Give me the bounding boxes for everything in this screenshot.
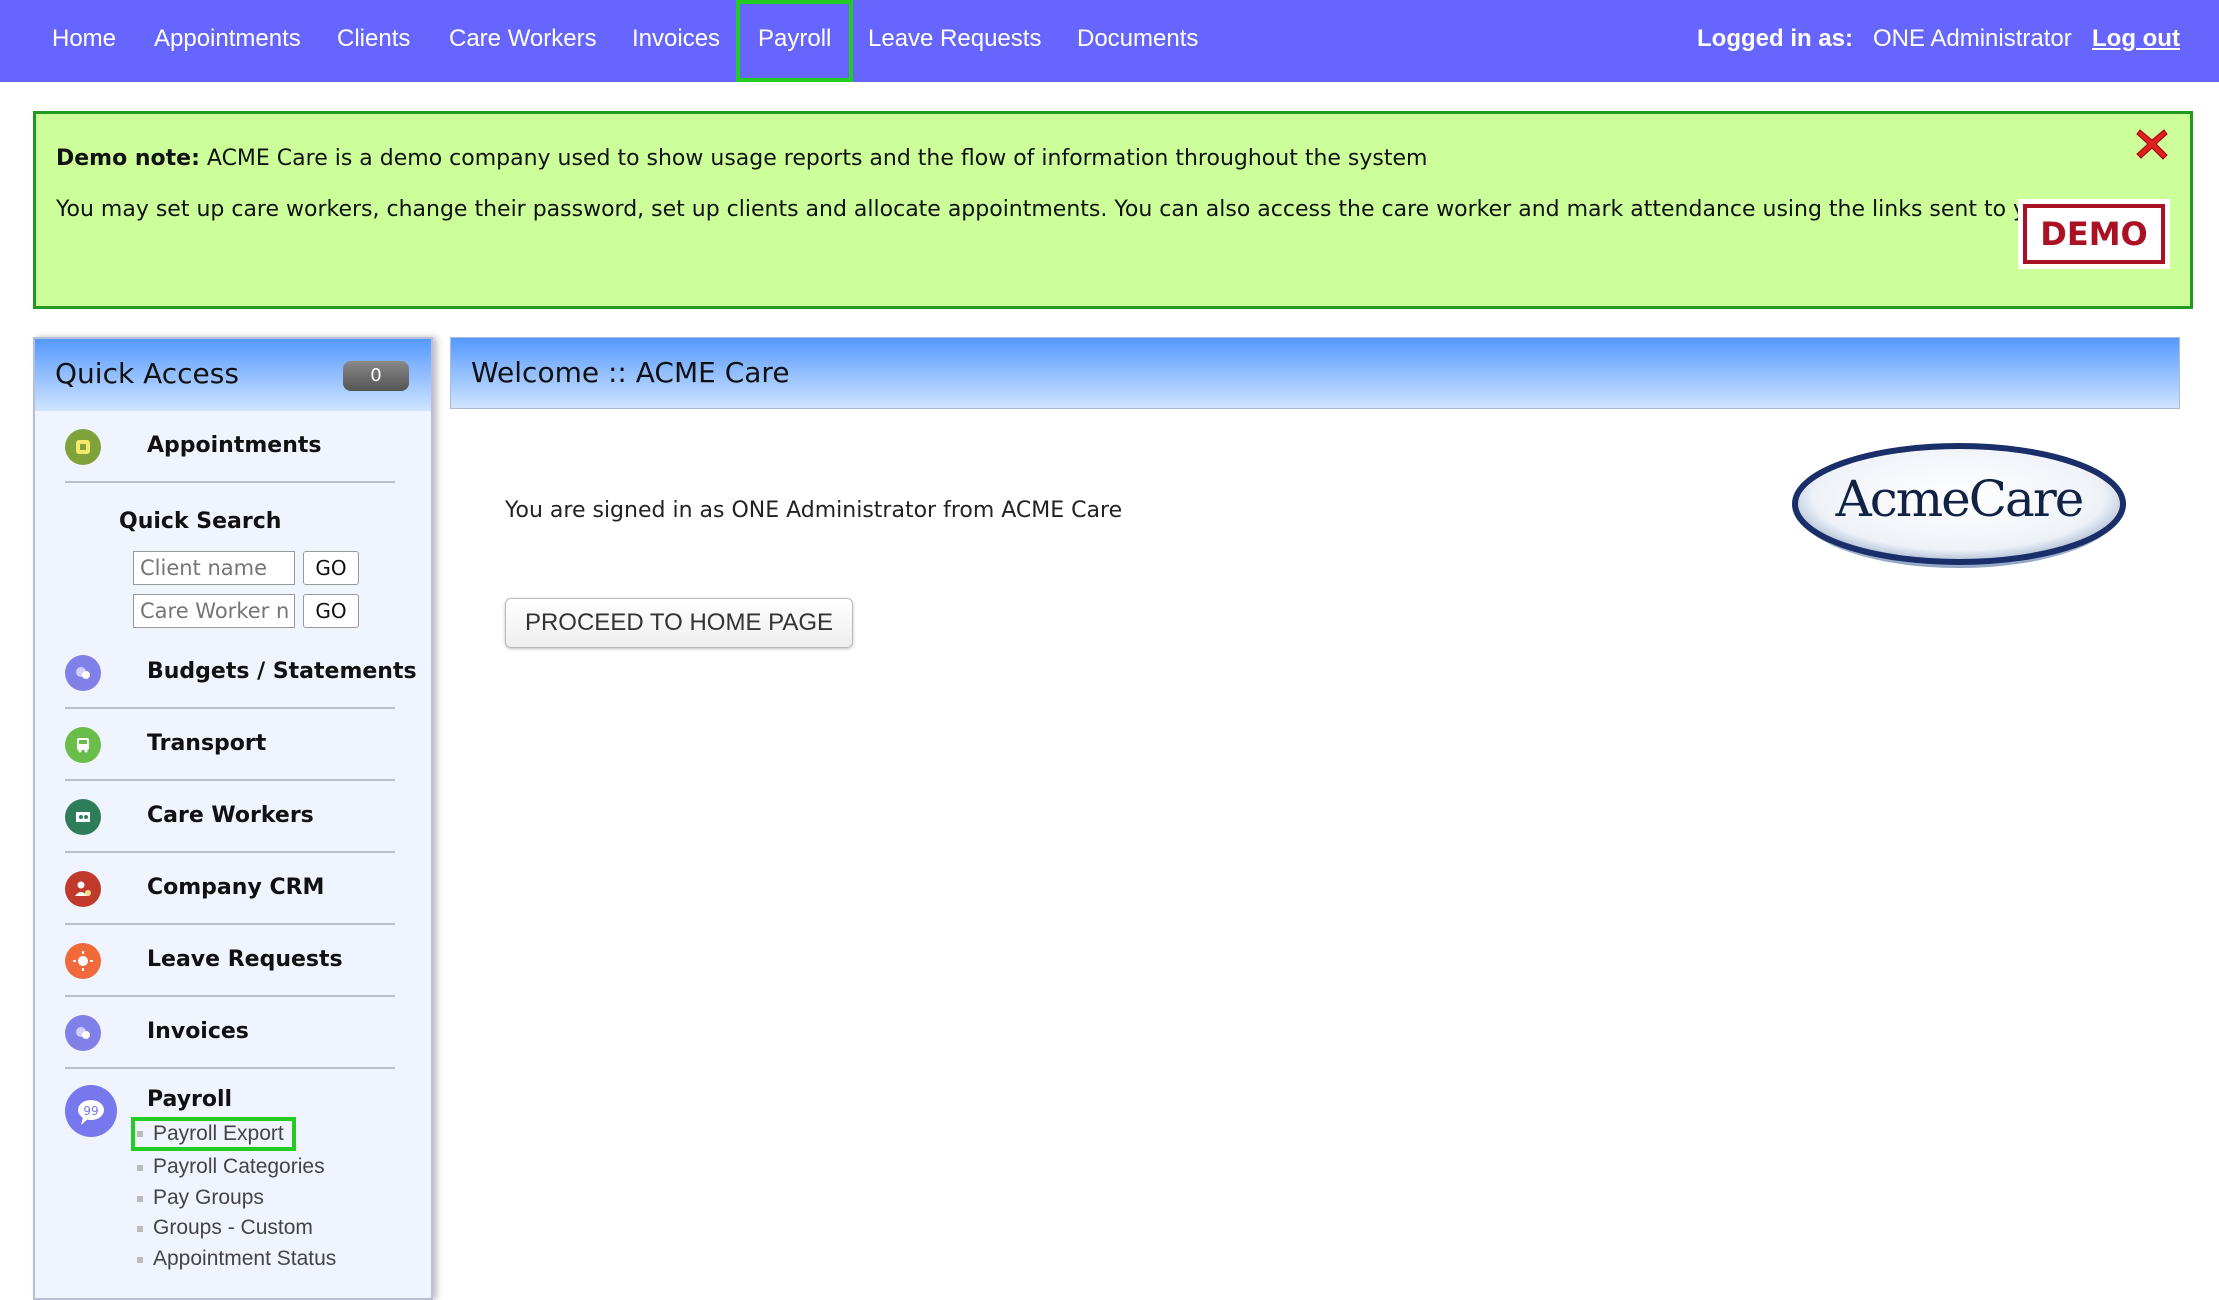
logo-text: AcmeCare [1835,470,2085,528]
care-workers-icon [65,799,101,835]
budgets-icon [65,655,101,691]
care-worker-search-go-button[interactable]: GO [303,594,359,628]
quick-search-title: Quick Search [119,509,282,534]
nav-clients[interactable]: Clients [337,0,410,82]
sidebar-item-company-crm[interactable]: Company CRM [65,853,395,925]
nav-appointments[interactable]: Appointments [154,0,301,82]
svg-text:99: 99 [83,1104,98,1118]
groups-custom-link[interactable]: Groups - Custom [135,1216,313,1240]
invoices-icon [65,1015,101,1051]
acme-care-logo: AcmeCare [1790,442,2128,574]
demo-note-line2: You may set up care workers, change thei… [56,197,2061,222]
nav-payroll[interactable]: Payroll [736,0,854,82]
demo-note-line1: Demo note: ACME Care is a demo company u… [56,146,1427,171]
payroll-categories-link[interactable]: Payroll Categories [135,1155,325,1179]
nav-invoices[interactable]: Invoices [632,0,720,82]
client-search-go-button[interactable]: GO [303,551,359,585]
sidebar-item-transport[interactable]: Transport [65,709,395,781]
nav-documents[interactable]: Documents [1077,0,1198,82]
demo-note-label: Demo note: [56,146,200,171]
nav-home[interactable]: Home [52,0,116,82]
proceed-to-home-button[interactable]: PROCEED TO HOME PAGE [505,598,853,648]
page-title: Welcome :: ACME Care [471,356,790,389]
quick-access-header: Quick Access 0 [35,339,431,411]
crm-icon [65,871,101,907]
payroll-section-label[interactable]: Payroll [147,1087,232,1112]
sidebar-item-label: Transport [147,731,267,756]
sidebar-item-label: Budgets / Statements [147,659,417,684]
care-worker-name-input[interactable] [133,594,295,628]
appointments-icon [65,429,101,465]
demo-note-text: ACME Care is a demo company used to show… [206,146,1428,171]
signed-in-message: You are signed in as ONE Administrator f… [505,498,1123,523]
sidebar-item-label: Leave Requests [147,947,343,972]
payroll-export-link[interactable]: Payroll Export [131,1117,296,1151]
top-nav: Home Appointments Clients Care Workers I… [0,0,2219,82]
nav-leave-requests[interactable]: Leave Requests [868,0,1041,82]
quick-access-count-badge: 0 [343,361,409,391]
client-name-input[interactable] [133,551,295,585]
welcome-header: Welcome :: ACME Care [450,337,2180,409]
logged-in-user: ONE Administrator [1873,25,2072,52]
demo-stamp-text: DEMO [2023,204,2165,264]
sidebar-item-invoices[interactable]: Invoices [65,997,395,1069]
nav-care-workers[interactable]: Care Workers [449,0,597,82]
sidebar-item-label: Invoices [147,1019,249,1044]
sidebar-item-label: Care Workers [147,803,314,828]
close-icon[interactable] [2134,126,2170,162]
quick-access-title: Quick Access [55,357,239,390]
speech-bubble-icon: 99 [65,1085,117,1137]
appointment-status-link[interactable]: Appointment Status [135,1247,336,1271]
demo-stamp: DEMO [2018,199,2170,269]
sidebar-item-budgets[interactable]: Budgets / Statements [65,637,417,709]
bus-icon [65,727,101,763]
sidebar-item-payroll: 99 Payroll Payroll Export Payroll Catego… [65,1067,395,1298]
logged-in-label: Logged in as: [1697,25,1853,52]
sidebar-item-label: Appointments [147,433,322,458]
sidebar-item-label: Company CRM [147,875,325,900]
logout-link[interactable]: Log out [2092,0,2180,82]
quick-access-sidebar: Quick Access 0 Appointments Quick Search… [33,337,433,1300]
demo-note-banner: Demo note: ACME Care is a demo company u… [33,111,2193,309]
sidebar-item-leave-requests[interactable]: Leave Requests [65,925,395,997]
sidebar-item-care-workers[interactable]: Care Workers [65,781,395,853]
sidebar-item-appointments[interactable]: Appointments [65,411,395,483]
sun-icon [65,943,101,979]
pay-groups-link[interactable]: Pay Groups [135,1186,264,1210]
